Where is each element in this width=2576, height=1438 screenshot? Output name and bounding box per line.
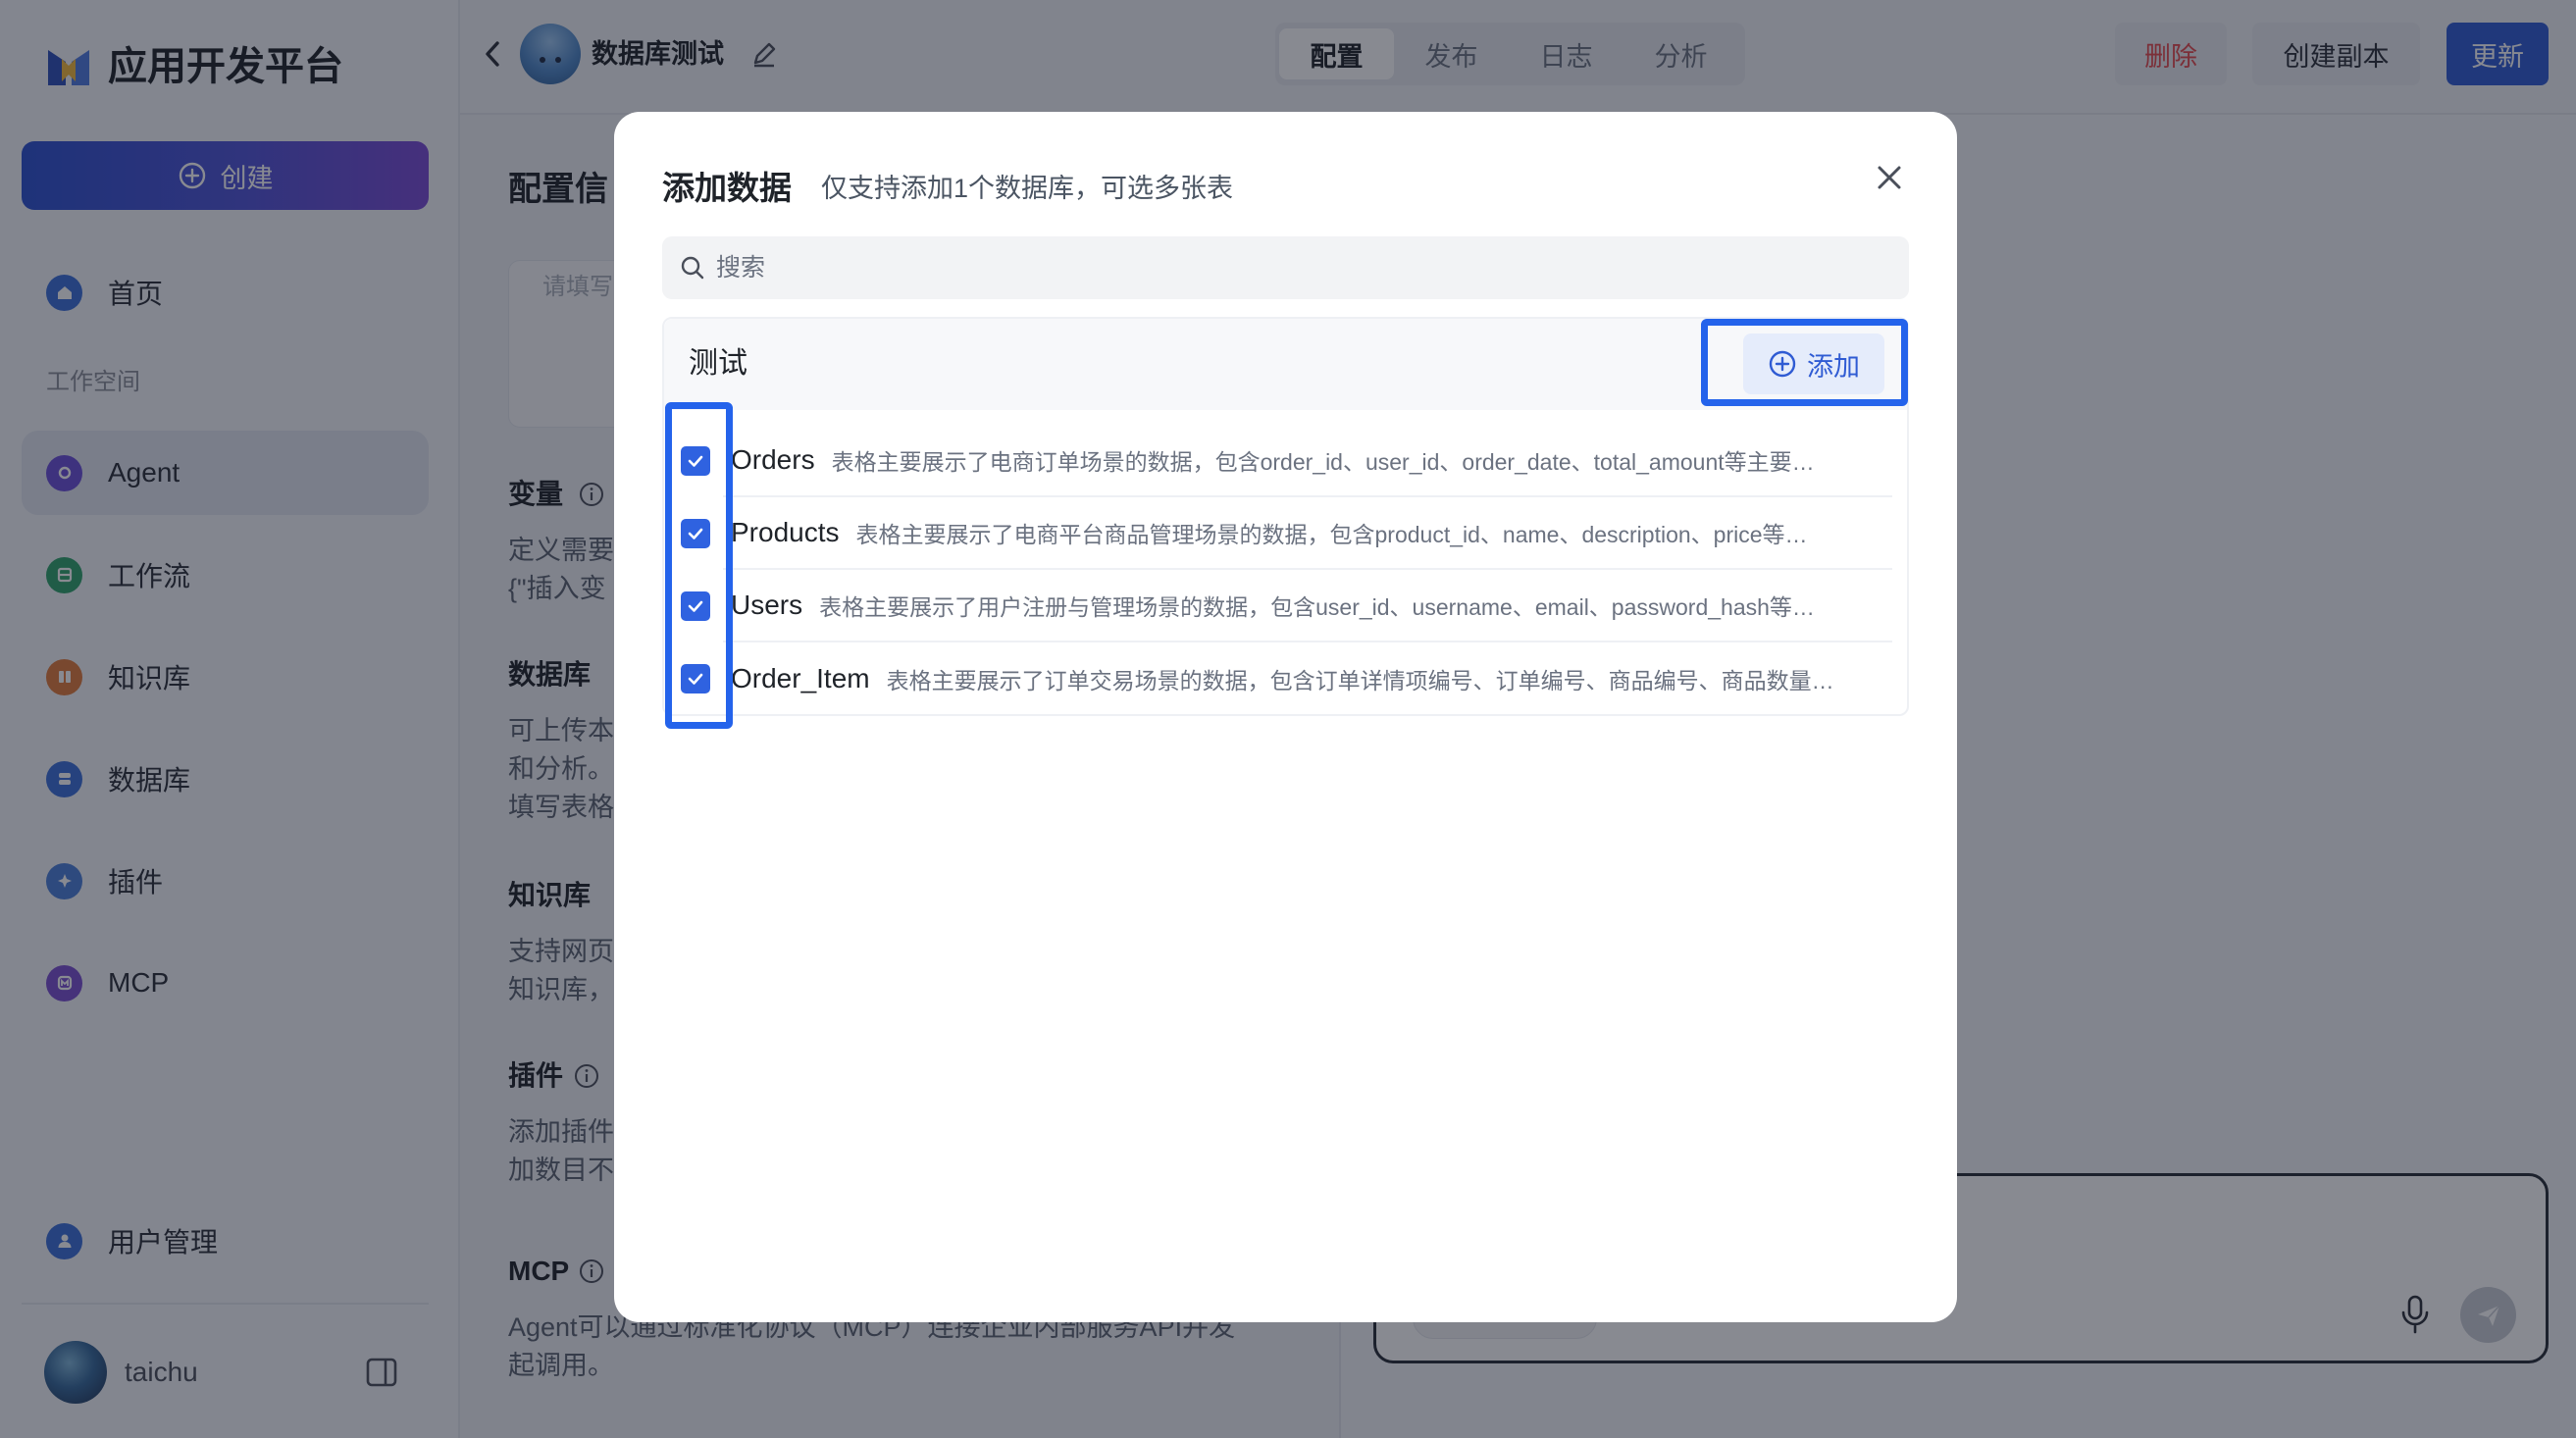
table-description: 表格主要展示了电商订单场景的数据，包含order_id、user_id、orde… xyxy=(831,449,1815,475)
search-input[interactable] xyxy=(662,236,1909,299)
table-description: 表格主要展示了电商平台商品管理场景的数据，包含product_id、name、d… xyxy=(855,522,1808,547)
table-row[interactable]: Orders 表格主要展示了电商订单场景的数据，包含order_id、user_… xyxy=(723,425,1892,497)
add-database-label: 添加 xyxy=(1807,351,1860,382)
checkmark-icon xyxy=(688,673,703,685)
modal-subtitle: 仅支持添加1个数据库，可选多张表 xyxy=(821,173,1234,203)
table-name: Order_Item xyxy=(731,663,870,693)
modal-header: 添加数据 仅支持添加1个数据库，可选多张表 xyxy=(662,163,1233,208)
add-data-modal: 添加数据 仅支持添加1个数据库，可选多张表 测试 添加 Orders 表格主要展… xyxy=(614,112,1957,1322)
table-description: 表格主要展示了用户注册与管理场景的数据，包含user_id、username、e… xyxy=(819,594,1815,620)
table-row[interactable]: Users 表格主要展示了用户注册与管理场景的数据，包含user_id、user… xyxy=(723,570,1892,642)
checkmark-icon xyxy=(688,455,703,467)
checkmark-icon xyxy=(688,600,703,612)
search-bar xyxy=(662,236,1909,299)
table-name: Products xyxy=(731,517,840,547)
table-checkbox[interactable] xyxy=(681,446,710,476)
table-row[interactable]: Order_Item 表格主要展示了订单交易场景的数据，包含订单详情项编号、订单… xyxy=(723,642,1892,715)
table-checkbox[interactable] xyxy=(681,664,710,693)
table-checkbox[interactable] xyxy=(681,519,710,548)
database-group: 测试 添加 Orders 表格主要展示了电商订单场景的数据，包含order_id… xyxy=(662,317,1909,729)
plus-circle-icon xyxy=(1769,350,1796,378)
close-icon[interactable] xyxy=(1873,161,1906,194)
table-description: 表格主要展示了订单交易场景的数据，包含订单详情项编号、订单编号、商品编号、商品数… xyxy=(886,668,1834,693)
table-name: Orders xyxy=(731,444,815,475)
modal-title: 添加数据 xyxy=(662,170,792,206)
database-group-header xyxy=(664,319,1907,410)
table-checkbox[interactable] xyxy=(681,591,710,621)
checkmark-icon xyxy=(688,528,703,539)
table-name: Users xyxy=(731,590,803,620)
table-row[interactable]: Products 表格主要展示了电商平台商品管理场景的数据，包含product_… xyxy=(723,497,1892,570)
add-database-button[interactable]: 添加 xyxy=(1743,334,1884,394)
database-name: 测试 xyxy=(689,347,747,380)
